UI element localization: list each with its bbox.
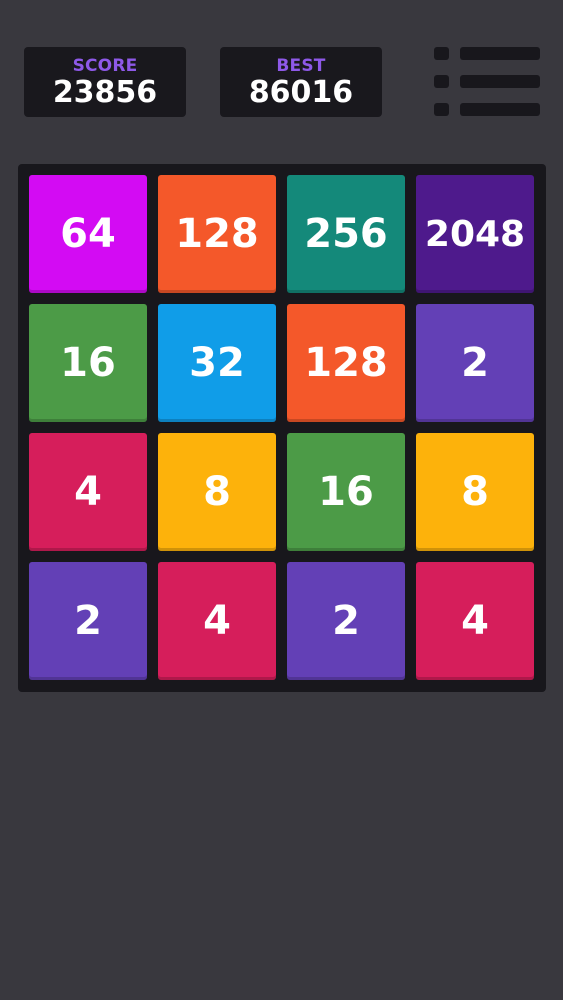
tile-value: 8 [461, 469, 489, 515]
menu-button[interactable] [432, 46, 542, 118]
tile-value: 16 [60, 340, 116, 386]
tile: 4 [158, 562, 276, 680]
tile: 128 [158, 175, 276, 293]
tile: 8 [416, 433, 534, 551]
tile-value: 2 [461, 340, 489, 386]
tile-value: 4 [203, 598, 231, 644]
tile: 8 [158, 433, 276, 551]
tile-value: 128 [304, 340, 388, 386]
tile-value: 256 [304, 211, 388, 257]
best-value: 86016 [248, 75, 354, 110]
tile-value: 2 [332, 598, 360, 644]
score-label: SCORE [72, 56, 138, 76]
tile: 2048 [416, 175, 534, 293]
best-score-panel: BEST 86016 [220, 47, 382, 117]
tile: 256 [287, 175, 405, 293]
tile: 16 [287, 433, 405, 551]
tile: 4 [29, 433, 147, 551]
tile: 2 [29, 562, 147, 680]
tile-value: 4 [461, 598, 489, 644]
tile: 16 [29, 304, 147, 422]
tile: 64 [29, 175, 147, 293]
tile-value: 8 [203, 469, 231, 515]
tile: 128 [287, 304, 405, 422]
tile: 2 [287, 562, 405, 680]
tile-value: 128 [175, 211, 259, 257]
tile-value: 4 [74, 469, 102, 515]
tile-value: 64 [60, 211, 116, 257]
score-value: 23856 [52, 75, 158, 110]
tile-value: 2 [74, 598, 102, 644]
tile: 4 [416, 562, 534, 680]
tile-value: 16 [318, 469, 374, 515]
score-panel: SCORE 23856 [24, 47, 186, 117]
tile-value: 32 [189, 340, 245, 386]
tile: 32 [158, 304, 276, 422]
tile-value: 2048 [424, 213, 526, 255]
best-label: BEST [276, 56, 326, 76]
tile: 2 [416, 304, 534, 422]
game-board[interactable]: 64 128 256 2048 16 32 128 2 4 8 16 8 2 4 2 4 [18, 164, 546, 692]
